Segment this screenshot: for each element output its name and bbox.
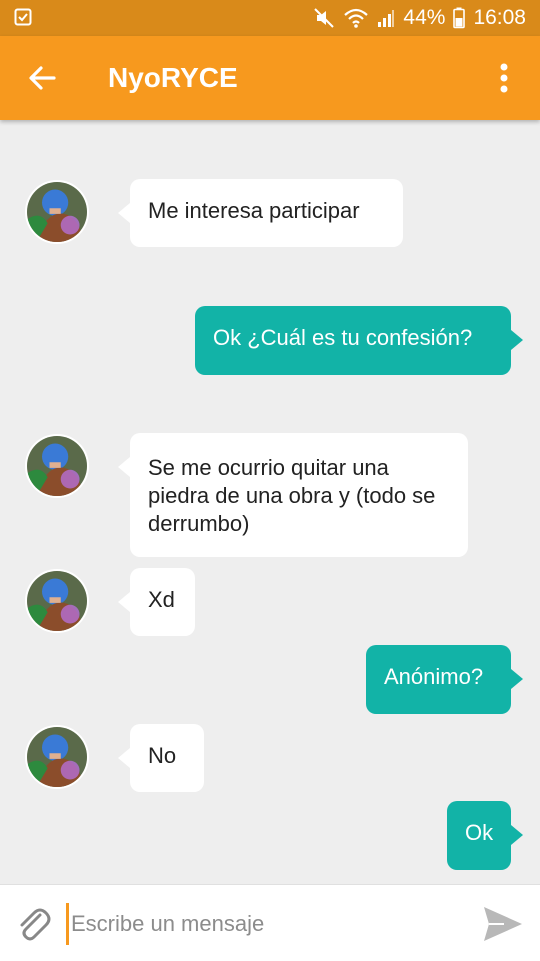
checkbox-notification-icon bbox=[14, 8, 32, 26]
message-input[interactable] bbox=[66, 903, 473, 945]
message-text: Ok bbox=[465, 820, 494, 845]
incoming-message[interactable]: No bbox=[118, 724, 204, 792]
battery-percent: 44% bbox=[403, 6, 446, 29]
signal-icon bbox=[378, 10, 395, 27]
message-text: Ok ¿Cuál es tu confesión? bbox=[213, 325, 473, 350]
chat-title: NyoRYCE bbox=[108, 62, 238, 93]
message-list[interactable]: Me interesa participar Ok ¿Cuál es tu co… bbox=[0, 120, 540, 884]
message-text: Anónimo? bbox=[384, 664, 484, 689]
status-bar: 44% 16:08 bbox=[0, 0, 540, 36]
outgoing-message[interactable]: Ok ¿Cuál es tu confesión? bbox=[195, 306, 523, 375]
avatar[interactable] bbox=[25, 180, 89, 244]
back-arrow-icon[interactable] bbox=[22, 58, 62, 98]
incoming-message[interactable]: Me interesa participar bbox=[118, 179, 403, 247]
outgoing-message[interactable]: Anónimo? bbox=[366, 645, 523, 714]
message-text: Se me ocurrio quitar una piedra de una o… bbox=[148, 455, 436, 536]
incoming-message[interactable]: Xd bbox=[118, 568, 195, 636]
battery-icon bbox=[453, 7, 466, 29]
avatar[interactable] bbox=[25, 434, 89, 498]
message-text: No bbox=[148, 743, 177, 768]
send-icon[interactable] bbox=[480, 901, 526, 947]
incoming-message[interactable]: Se me ocurrio quitar una piedra de una o… bbox=[118, 433, 468, 557]
app-bar: NyoRYCE bbox=[0, 36, 540, 120]
message-composer bbox=[0, 884, 540, 961]
avatar[interactable] bbox=[25, 725, 89, 789]
message-text: Me interesa participar bbox=[148, 198, 360, 223]
more-options-icon[interactable] bbox=[486, 58, 522, 98]
outgoing-message[interactable]: Ok bbox=[447, 801, 523, 870]
mute-icon bbox=[314, 8, 335, 28]
clock: 16:08 bbox=[473, 6, 526, 29]
attachment-icon[interactable] bbox=[12, 903, 54, 945]
message-text: Xd bbox=[148, 587, 175, 612]
wifi-icon bbox=[344, 8, 369, 28]
avatar[interactable] bbox=[25, 569, 89, 633]
